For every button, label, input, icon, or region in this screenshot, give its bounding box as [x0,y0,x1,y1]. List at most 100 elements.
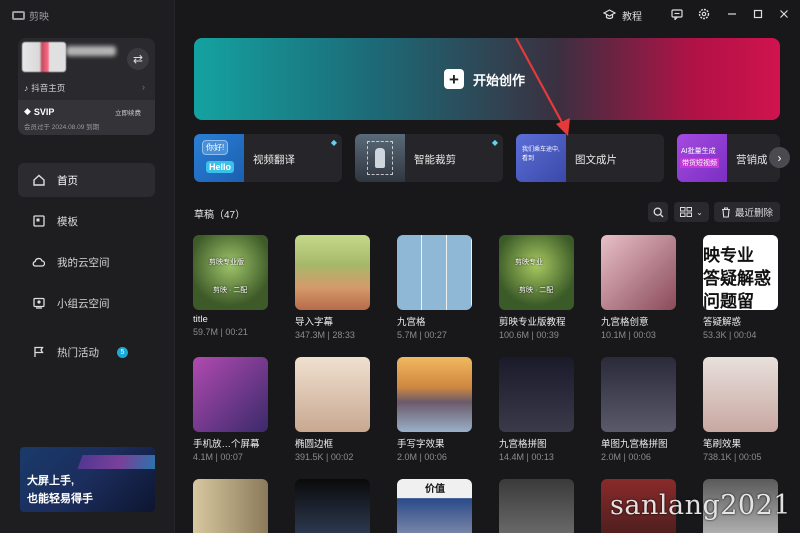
person-silhouette [375,148,385,168]
sidebar-item-templates[interactable]: 模板 [18,204,155,238]
cloud-icon [32,256,45,269]
draft-card[interactable]: 笔刷效果 738.1K | 00:05 [703,357,783,462]
draft-thumbnail[interactable]: 价值 [397,479,472,533]
promo-graphic [77,455,155,469]
draft-thumbnail[interactable] [295,235,370,310]
flag-icon [32,346,45,359]
premium-diamond-icon: ◆ [330,138,337,147]
avatar[interactable] [22,42,66,72]
draft-thumbnail[interactable] [193,479,268,533]
plus-icon: + [444,69,464,89]
search-button[interactable] [648,202,668,222]
minimize-icon[interactable] [725,7,739,21]
draft-card[interactable]: 剪映专业版 剪映 · 二配 title 59.7M | 00:21 [193,235,273,337]
draft-thumbnail[interactable] [499,357,574,432]
draft-card[interactable] [193,479,273,533]
tool-text-to-video[interactable]: 我们乘车途中, 看到 图文成片 [516,134,664,182]
draft-meta: 100.6M | 00:39 [499,330,559,340]
close-icon[interactable] [777,7,791,21]
profile-card[interactable]: ⇄ ♪ 抖音主页 › ◆ SVIP 立即续费 会员过于 2024.08.09 到… [18,38,155,135]
app-window: 剪映 ⇄ ♪ 抖音主页 › ◆ SVIP 立即续费 会员过于 2024.08.0… [0,0,800,533]
carousel-next-button[interactable]: › [769,147,790,168]
draft-thumbnail[interactable]: 剪映专业 剪映 · 二配 [499,235,574,310]
tutorial-button[interactable]: 教程 [602,8,642,23]
settings-gear-icon[interactable] [697,7,711,21]
draft-card[interactable]: 映专业 答疑解惑 问题留 答疑解惑 53.3K | 00:04 [703,235,783,340]
draft-thumbnail[interactable] [499,479,574,533]
draft-card[interactable]: 手机放…个屏幕 4.1M | 00:07 [193,357,273,462]
tutorial-label: 教程 [622,12,642,23]
thumbnail-overlay-text: 映专业 [703,246,754,265]
draft-meta: 14.4M | 00:13 [499,452,554,462]
douyin-icon: ♪ [24,83,29,93]
start-creation-button[interactable]: + 开始创作 [194,38,780,120]
draft-meta: 59.7M | 00:21 [193,327,248,337]
tool-marketing-video[interactable]: AI批量生成 带货短视频 营销成 [677,134,780,182]
chevron-right-icon: › [142,82,145,92]
thumb-caption: 我们乘车途中, 看到 [522,147,560,162]
promo-banner[interactable]: 大屏上手, 也能轻易得手 [20,447,155,512]
sidebar-item-group-cloud[interactable]: 小组云空间 [18,286,155,320]
thumbnail-overlay-text: 问题留 [703,292,754,310]
draft-card[interactable] [499,479,579,533]
tool-video-translate[interactable]: 你好! Hello 视频翻译 ◆ [194,134,342,182]
title-bar: 教程 [175,0,800,30]
tool-label: 视频翻译 [253,154,295,166]
events-count-badge: 5 [117,346,128,358]
recently-deleted-button[interactable]: 最近删除 [714,202,780,222]
draft-thumbnail[interactable] [397,357,472,432]
draft-thumbnail[interactable] [397,235,472,310]
draft-card[interactable] [295,479,375,533]
thumb-caption-2: 带货短视频 [680,158,719,168]
draft-thumbnail[interactable] [295,357,370,432]
tool-label: 营销成 [736,154,768,166]
draft-meta: 391.5K | 00:02 [295,452,354,462]
draft-card[interactable]: 导入字幕 347.3M | 28:33 [295,235,375,340]
draft-thumbnail[interactable] [601,357,676,432]
draft-card[interactable]: 九宫格创意 10.1M | 00:03 [601,235,681,340]
draft-name: 单图九宫格拼图 [601,439,668,450]
draft-card[interactable]: 剪映专业 剪映 · 二配 剪映专业版教程 100.6M | 00:39 [499,235,579,340]
watermark-text: sanlang2021 [610,490,791,521]
sidebar-item-events[interactable]: 热门活动 5 [18,335,155,369]
draft-thumbnail[interactable] [601,235,676,310]
sidebar-item-home[interactable]: 首页 [18,163,155,197]
thumbnail-overlay-text: 剪映专业 [515,259,543,266]
draft-thumbnail[interactable]: 映专业 答疑解惑 问题留 [703,235,778,310]
grid-view-icon [680,207,693,217]
recently-deleted-label: 最近删除 [734,208,773,219]
premium-diamond-icon: ◆ [491,138,498,147]
sidebar-item-label: 首页 [57,174,78,187]
draft-thumbnail[interactable] [295,479,370,533]
draft-thumbnail[interactable]: 剪映专业版 剪映 · 二配 [193,235,268,310]
feedback-icon[interactable] [670,7,684,21]
svip-renew-link[interactable]: 立即续费 [115,107,141,117]
svip-panel[interactable]: ◆ SVIP 立即续费 会员过于 2024.08.09 到期 [18,100,155,135]
draft-card[interactable]: 价值 [397,479,477,533]
draft-thumbnail[interactable] [193,357,268,432]
draft-thumbnail[interactable] [703,357,778,432]
tool-label: 智能裁剪 [414,154,456,166]
maximize-icon[interactable] [751,7,765,21]
draft-name: title [193,314,208,325]
text-to-video-thumbnail: 我们乘车途中, 看到 [516,134,566,182]
draft-card[interactable]: 单图九宫格拼图 2.0M | 00:06 [601,357,681,462]
sidebar: 剪映 ⇄ ♪ 抖音主页 › ◆ SVIP 立即续费 会员过于 2024.08.0… [0,0,175,533]
draft-meta: 738.1K | 00:05 [703,452,762,462]
draft-card[interactable]: 椭圆边框 391.5K | 00:02 [295,357,375,462]
draft-card[interactable]: 九宫格拼图 14.4M | 00:13 [499,357,579,462]
draft-card[interactable]: 手写字效果 2.0M | 00:06 [397,357,477,462]
trash-icon [721,206,730,218]
chevron-right-icon: › [777,150,782,165]
switch-account-icon[interactable]: ⇄ [127,48,149,70]
tool-label: 图文成片 [575,154,617,166]
draft-name: 九宫格 [397,317,426,328]
tool-smart-crop[interactable]: 智能裁剪 ◆ [355,134,503,182]
douyin-homepage-link[interactable]: ♪ 抖音主页 [24,82,65,94]
draft-card[interactable]: 九宫格 5.7M | 00:27 [397,235,477,340]
chevron-down-icon: ⌄ [696,207,703,217]
start-creation-content: + 开始创作 [444,69,525,89]
view-toggle-button[interactable]: ⌄ [674,202,709,222]
draft-meta: 4.1M | 00:07 [193,452,243,462]
sidebar-item-my-cloud[interactable]: 我的云空间 [18,245,155,279]
